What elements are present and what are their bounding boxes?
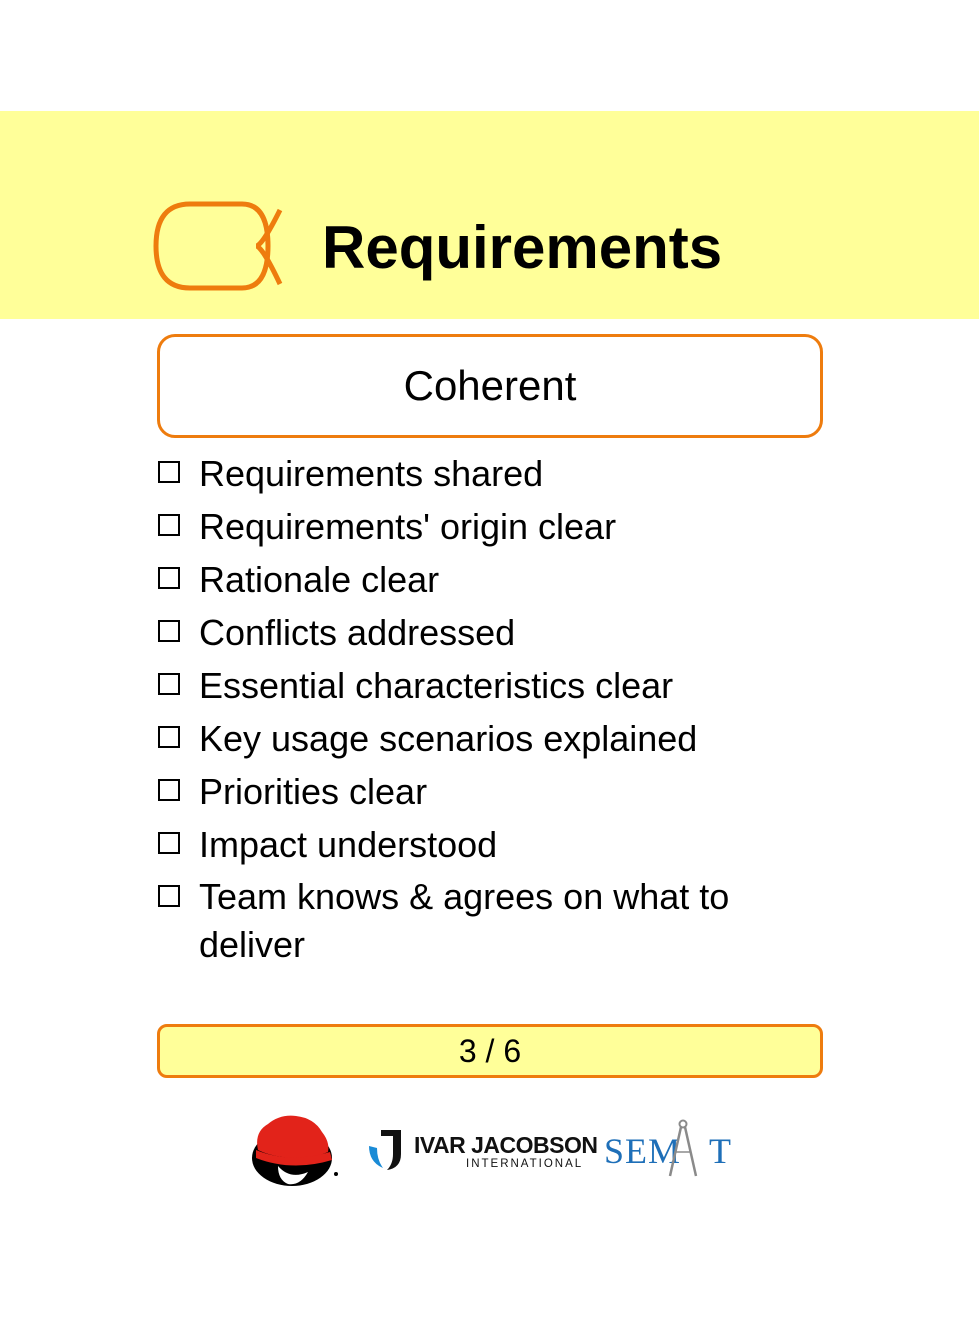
checklist-item-label: Key usage scenarios explained <box>199 718 698 759</box>
checklist-item: Essential characteristics clear <box>157 659 797 712</box>
checklist-item-label: Team knows & agrees on what to deliver <box>199 876 730 965</box>
checklist-item: Requirements shared <box>157 447 797 500</box>
checklist-item: Rationale clear <box>157 553 797 606</box>
checklist-item: Key usage scenarios explained <box>157 712 797 765</box>
checkbox-icon[interactable] <box>158 514 180 536</box>
checklist-item: Team knows & agrees on what to deliver <box>157 871 797 969</box>
checklist-item-label: Requirements shared <box>199 453 544 494</box>
alpha-title: Requirements <box>322 214 723 281</box>
semat-logo: SEM T <box>604 1118 734 1180</box>
redhat-logo <box>252 1115 338 1186</box>
ivar-jacobson-subtitle: INTERNATIONAL <box>466 1158 584 1170</box>
checklist-item-label: Impact understood <box>199 824 498 865</box>
checkbox-icon[interactable] <box>158 461 180 483</box>
state-name-box: Coherent <box>157 334 823 438</box>
page-number: 3 / 6 <box>458 1032 522 1069</box>
ivar-jacobson-name: IVAR JACOBSON <box>414 1132 598 1158</box>
checklist-item-label: Conflicts addressed <box>199 612 516 653</box>
checkbox-icon[interactable] <box>158 620 180 642</box>
checklist-item-label: Requirements' origin clear <box>199 506 617 547</box>
ivar-jacobson-mark-icon <box>369 1130 401 1170</box>
page-indicator: 3 / 6 <box>157 1024 823 1078</box>
checkbox-icon[interactable] <box>158 726 180 748</box>
checkbox-icon[interactable] <box>158 779 180 801</box>
ivar-jacobson-logo: IVAR JACOBSON INTERNATIONAL <box>367 1124 598 1174</box>
alpha-requirements-icon <box>153 201 283 291</box>
checkbox-icon[interactable] <box>158 673 180 695</box>
checklist-item: Priorities clear <box>157 765 797 818</box>
checklist-item: Impact understood <box>157 818 797 871</box>
checklist-item: Conflicts addressed <box>157 606 797 659</box>
compass-icon <box>668 1119 698 1177</box>
checklist-item-label: Rationale clear <box>199 559 440 600</box>
checklist-item-label: Essential characteristics clear <box>199 665 674 706</box>
checkbox-icon[interactable] <box>158 885 180 907</box>
checklist-item: Requirements' origin clear <box>157 500 797 553</box>
checkbox-icon[interactable] <box>158 832 180 854</box>
checklist: Requirements shared Requirements' origin… <box>157 447 797 969</box>
state-name: Coherent <box>403 362 577 409</box>
checklist-item-label: Priorities clear <box>199 771 428 812</box>
checkbox-icon[interactable] <box>158 567 180 589</box>
